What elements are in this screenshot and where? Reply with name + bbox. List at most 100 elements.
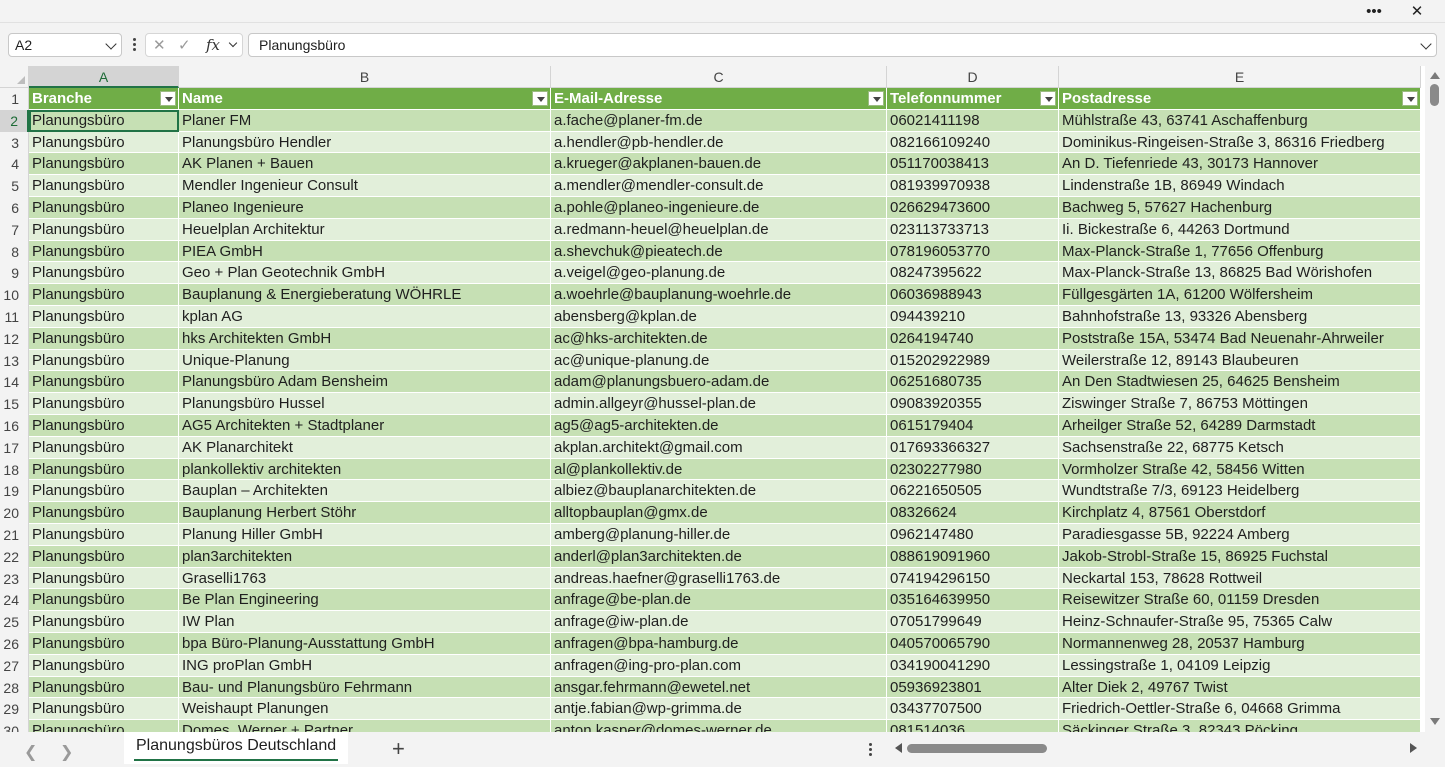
table-cell[interactable]: 040570065790 <box>887 632 1059 655</box>
table-cell[interactable]: adam@planungsbuero-adam.de <box>551 371 887 394</box>
table-cell[interactable]: Planungsbüro <box>29 458 179 481</box>
column-header-b[interactable]: B <box>179 66 551 88</box>
table-cell[interactable]: Planungsbüro <box>29 175 179 197</box>
table-cell[interactable]: ag5@ag5-architekten.de <box>551 414 887 437</box>
table-cell[interactable]: Planer FM <box>179 109 551 132</box>
table-cell[interactable]: a.veigel@geo-planung.de <box>551 262 887 285</box>
row-header[interactable]: 12 <box>0 327 29 350</box>
table-cell[interactable]: ING proPlan GmbH <box>179 654 551 677</box>
table-cell[interactable]: Planungsbüro <box>29 720 179 732</box>
table-cell[interactable]: Geo + Plan Geotechnik GmbH <box>179 262 551 285</box>
table-cell[interactable]: Paradiesgasse 5B, 92224 Amberg <box>1059 523 1421 546</box>
table-cell[interactable]: ansgar.fehrmann@ewetel.net <box>551 676 887 699</box>
table-cell[interactable]: Normannenweg 28, 20537 Hamburg <box>1059 632 1421 655</box>
header-cell[interactable]: Postadresse <box>1059 88 1421 110</box>
table-cell[interactable]: a.hendler@pb-hendler.de <box>551 131 887 154</box>
table-cell[interactable]: Domes, Werner + Partner <box>179 720 551 732</box>
table-cell[interactable]: Planungsbüro <box>29 502 179 524</box>
column-header-a[interactable]: A <box>29 66 179 88</box>
row-header[interactable]: 3 <box>0 131 29 154</box>
table-cell[interactable]: 017693366327 <box>887 436 1059 459</box>
table-cell[interactable]: albiez@bauplanarchitekten.de <box>551 480 887 503</box>
table-cell[interactable]: Planungsbüro <box>29 676 179 699</box>
table-cell[interactable]: Bauplan – Architekten <box>179 480 551 503</box>
table-cell[interactable]: Planungsbüro <box>29 393 179 415</box>
table-cell[interactable]: Sachsenstraße 22, 68775 Ketsch <box>1059 436 1421 459</box>
table-cell[interactable]: Planungsbüro <box>29 567 179 590</box>
table-cell[interactable]: bpa Büro-Planung-Ausstattung GmbH <box>179 632 551 655</box>
function-chevron-icon[interactable] <box>228 38 238 48</box>
table-cell[interactable]: Planungsbüro <box>29 305 179 328</box>
table-cell[interactable]: 08247395622 <box>887 262 1059 285</box>
row-header[interactable]: 13 <box>0 349 29 372</box>
table-cell[interactable]: Alter Diek 2, 49767 Twist <box>1059 676 1421 699</box>
table-cell[interactable]: 09083920355 <box>887 393 1059 415</box>
table-cell[interactable]: Planungsbüro <box>29 654 179 677</box>
header-cell[interactable]: E-Mail-Adresse <box>551 88 887 110</box>
row-header[interactable]: 15 <box>0 393 29 415</box>
row-header[interactable]: 17 <box>0 436 29 459</box>
table-cell[interactable]: 035164639950 <box>887 589 1059 612</box>
table-cell[interactable]: Planungsbüro <box>29 327 179 350</box>
row-header[interactable]: 25 <box>0 611 29 633</box>
table-cell[interactable]: 074194296150 <box>887 567 1059 590</box>
row-header[interactable]: 16 <box>0 414 29 437</box>
expand-formula-icon[interactable] <box>1420 38 1432 50</box>
table-cell[interactable]: Planungsbüro <box>29 414 179 437</box>
sheet-tab-active[interactable]: Planungsbüros Deutschland <box>124 732 349 764</box>
table-cell[interactable]: 094439210 <box>887 305 1059 328</box>
table-cell[interactable]: Säckinger Straße 3, 82343 Pöcking <box>1059 720 1421 732</box>
table-cell[interactable]: Planungsbüro <box>29 349 179 372</box>
row-header[interactable]: 23 <box>0 567 29 590</box>
horizontal-scrollbar[interactable] <box>893 738 1423 758</box>
table-cell[interactable]: andreas.haefner@graselli1763.de <box>551 567 887 590</box>
filter-dropdown-icon[interactable] <box>1402 91 1418 106</box>
row-header[interactable]: 20 <box>0 502 29 524</box>
table-cell[interactable]: Bachweg 5, 57627 Hachenburg <box>1059 196 1421 219</box>
column-header-d[interactable]: D <box>887 66 1059 88</box>
name-box[interactable]: A2 <box>8 33 122 57</box>
table-cell[interactable]: Ziswinger Straße 7, 86753 Möttingen <box>1059 393 1421 415</box>
table-cell[interactable]: Mendler Ingenieur Consult <box>179 175 551 197</box>
table-cell[interactable]: Bahnhofstraße 13, 93326 Abensberg <box>1059 305 1421 328</box>
table-cell[interactable]: Planungsbüro <box>29 284 179 306</box>
table-cell[interactable]: a.pohle@planeo-ingenieure.de <box>551 196 887 219</box>
table-cell[interactable]: Planungsbüro <box>29 262 179 285</box>
row-header[interactable]: 21 <box>0 523 29 546</box>
add-sheet-button[interactable]: + <box>392 736 405 762</box>
table-cell[interactable]: anton.kasper@domes-werner.de <box>551 720 887 732</box>
formula-bar-options-icon[interactable] <box>130 37 138 53</box>
table-cell[interactable]: 0615179404 <box>887 414 1059 437</box>
table-cell[interactable]: a.woehrle@bauplanung-woehrle.de <box>551 284 887 306</box>
table-cell[interactable]: Jakob-Strobl-Straße 15, 86925 Fuchstal <box>1059 545 1421 568</box>
vertical-scrollbar[interactable] <box>1425 66 1445 732</box>
table-cell[interactable]: amberg@planung-hiller.de <box>551 523 887 546</box>
row-header[interactable]: 30 <box>0 720 29 732</box>
table-cell[interactable]: Graselli1763 <box>179 567 551 590</box>
table-cell[interactable]: anfrage@be-plan.de <box>551 589 887 612</box>
table-cell[interactable]: Poststraße 15A, 53474 Bad Neuenahr-Ahrwe… <box>1059 327 1421 350</box>
row-header[interactable]: 28 <box>0 676 29 699</box>
header-cell[interactable]: Name <box>179 88 551 110</box>
table-cell[interactable]: Planungsbüro <box>29 196 179 219</box>
table-cell[interactable]: Ii. Bickestraße 6, 44263 Dortmund <box>1059 218 1421 241</box>
filter-dropdown-icon[interactable] <box>532 91 548 106</box>
table-cell[interactable]: IW Plan <box>179 611 551 633</box>
scroll-down-icon[interactable] <box>1430 718 1440 725</box>
table-cell[interactable]: Planungsbüro <box>29 545 179 568</box>
table-cell[interactable]: Lindenstraße 1B, 86949 Windach <box>1059 175 1421 197</box>
row-header[interactable]: 5 <box>0 175 29 197</box>
table-cell[interactable]: 081939970938 <box>887 175 1059 197</box>
table-cell[interactable]: Kirchplatz 4, 87561 Oberstdorf <box>1059 502 1421 524</box>
table-cell[interactable]: a.redmann-heuel@heuelplan.de <box>551 218 887 241</box>
table-cell[interactable]: antje.fabian@wp-grimma.de <box>551 698 887 721</box>
table-cell[interactable]: 06221650505 <box>887 480 1059 503</box>
header-cell[interactable]: Telefonnummer <box>887 88 1059 110</box>
scroll-up-icon[interactable] <box>1430 72 1440 79</box>
more-options-button[interactable]: ••• <box>1356 0 1392 22</box>
column-header-c[interactable]: C <box>551 66 887 88</box>
table-cell[interactable]: AK Planen + Bauen <box>179 153 551 176</box>
table-cell[interactable]: Vormholzer Straße 42, 58456 Witten <box>1059 458 1421 481</box>
table-cell[interactable]: Max-Planck-Straße 1, 77656 Offenburg <box>1059 240 1421 263</box>
table-cell[interactable]: AG5 Architekten + Stadtplaner <box>179 414 551 437</box>
